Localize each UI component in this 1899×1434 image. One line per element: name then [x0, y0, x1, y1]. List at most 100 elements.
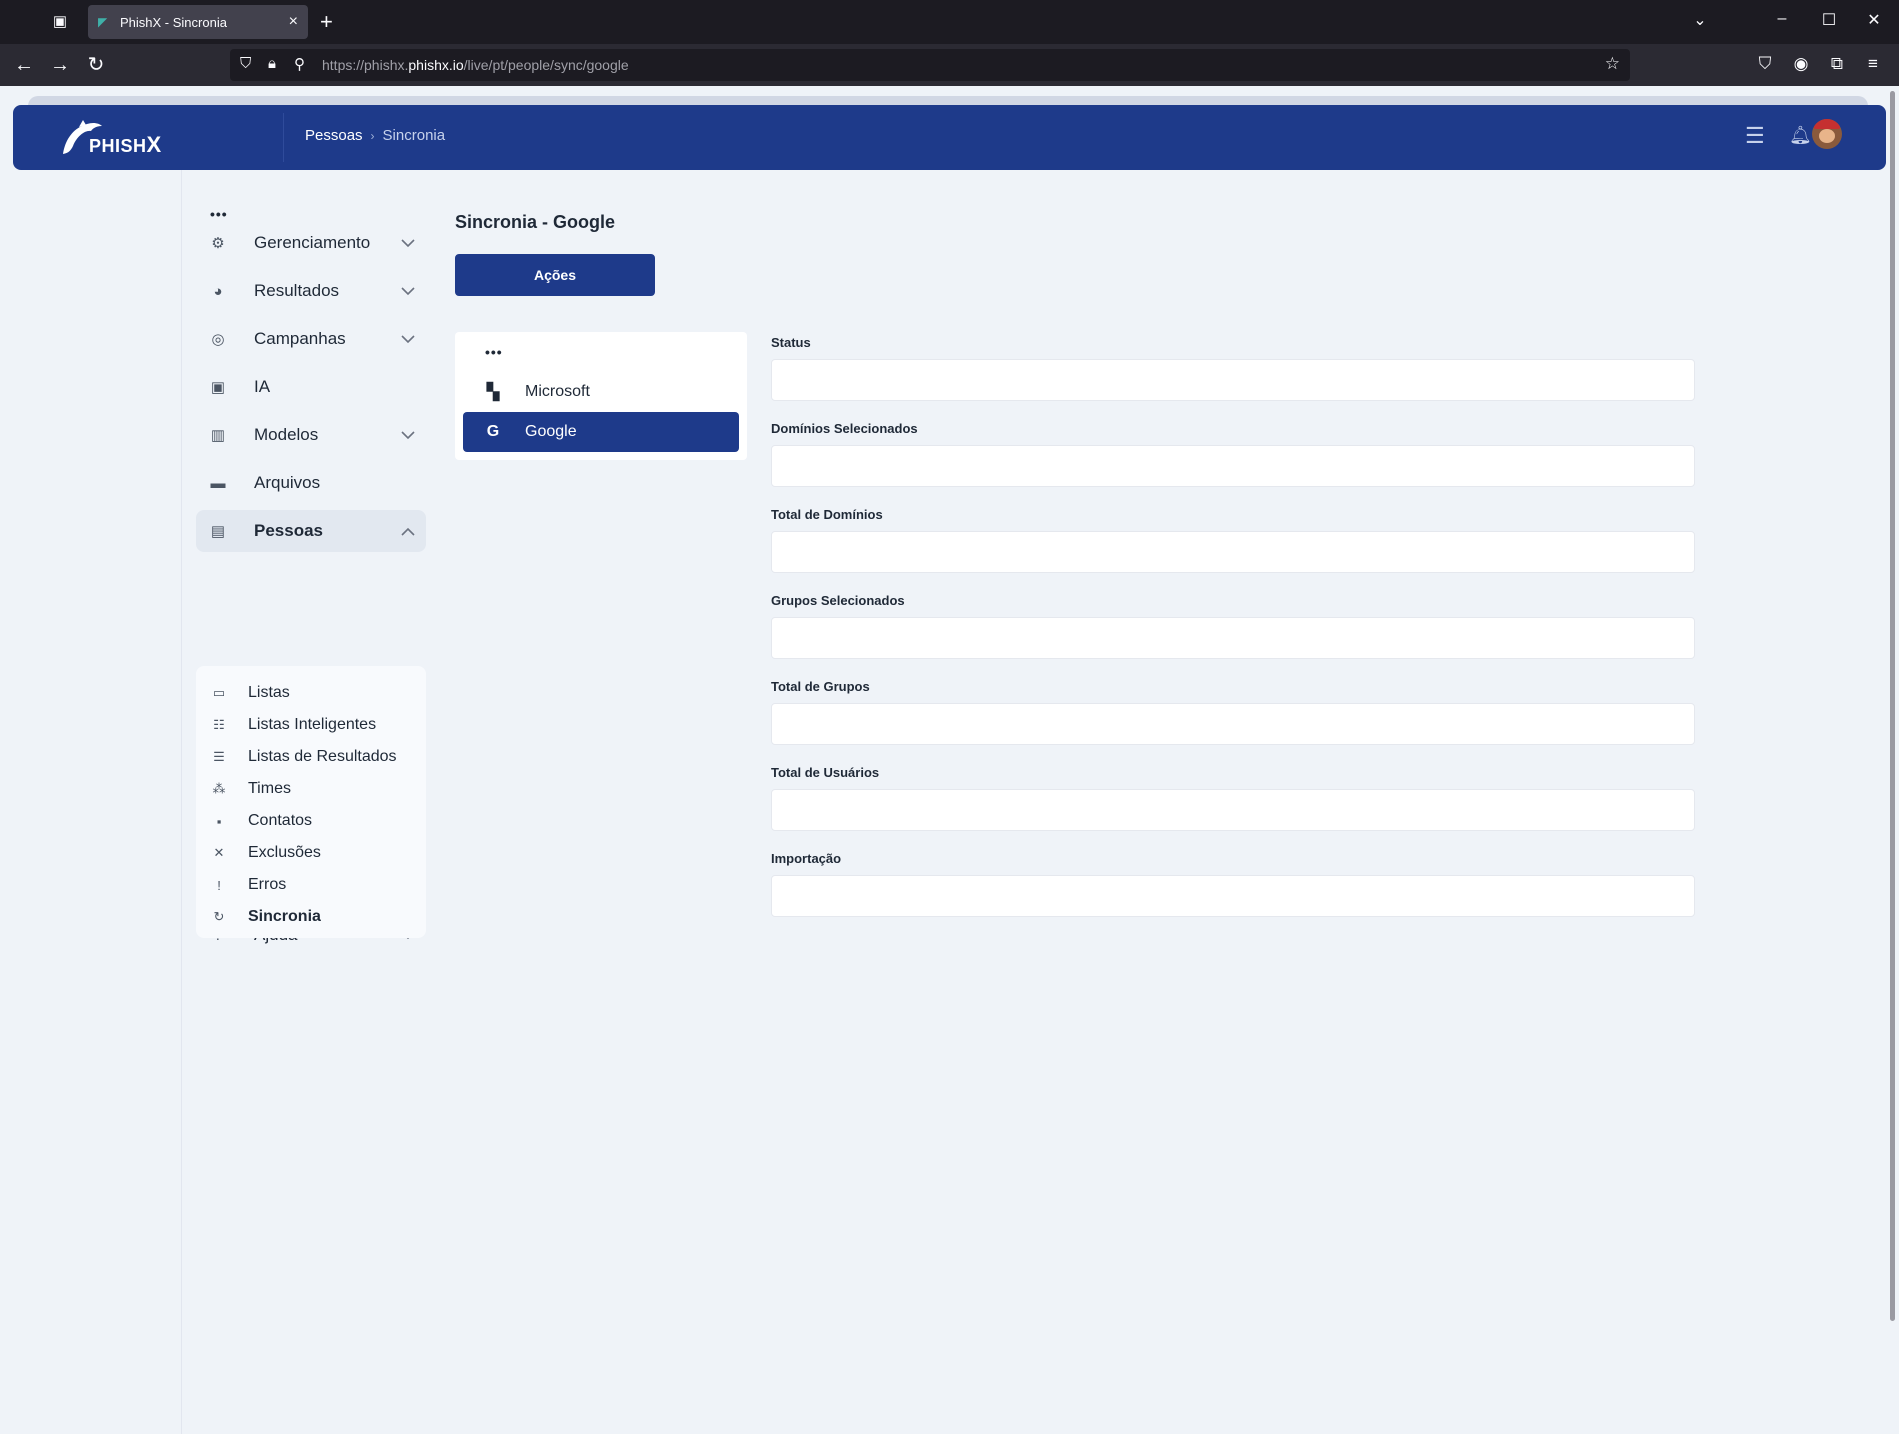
field-label: Total de Domínios: [771, 507, 883, 522]
sidebar-item-pessoas[interactable]: ▤ Pessoas: [196, 510, 426, 552]
lock-icon[interactable]: 🔒︎: [268, 55, 276, 72]
x-icon: ✕: [213, 845, 225, 860]
pessoas-submenu: ▭ Listas ☷ Listas Inteligentes ☰ Listas de Re…: [196, 666, 426, 938]
new-tab-icon[interactable]: +: [320, 10, 333, 34]
sidebar-item-gerenciamento[interactable]: ⚙ Gerenciamento: [196, 222, 426, 264]
breadcrumb-pessoas[interactable]: Pessoas: [305, 127, 363, 144]
address-book-icon: ▤: [210, 523, 226, 540]
list-tree-icon: ☷: [213, 717, 225, 732]
pie-chart-icon: ◕: [213, 282, 223, 300]
minimize-icon[interactable]: –: [1770, 10, 1794, 28]
chevron-down-icon: [396, 428, 420, 443]
subitem-sincronia[interactable]: ↻ Sincronia: [210, 904, 321, 930]
page-title: Sincronia - Google: [455, 212, 616, 232]
chevron-down-icon: [396, 236, 420, 251]
chevron-up-icon: [396, 524, 420, 539]
permissions-icon[interactable]: ⚲: [294, 55, 305, 73]
google-icon: G: [486, 423, 500, 440]
tab-list-icon[interactable]: ▣: [50, 12, 70, 32]
ai-chip-icon: ▣: [210, 379, 226, 396]
close-window-icon[interactable]: ✕: [1862, 10, 1886, 30]
reload-icon[interactable]: ↻: [84, 53, 108, 77]
pocket-icon[interactable]: ⛉: [1754, 54, 1776, 74]
exclamation-icon: !: [217, 877, 221, 893]
field-label: Importação: [771, 851, 842, 866]
subitem-listas-de-resultados[interactable]: ☰ Listas de Resultados: [210, 744, 397, 770]
subitem-erros[interactable]: ! Erros: [210, 872, 286, 898]
breadcrumb: Pessoas › Sincronia: [305, 127, 445, 144]
app-menu-icon[interactable]: ≡: [1862, 54, 1884, 74]
subitem-contatos[interactable]: ▪ Contatos: [210, 808, 312, 834]
field-value-grupos-selecionados: [771, 617, 1695, 659]
gears-icon: ⚙: [211, 235, 225, 252]
chevron-down-icon: [396, 284, 420, 299]
page-scrollbar[interactable]: [1887, 86, 1899, 1434]
subitem-label: Sincronia: [248, 908, 321, 925]
id-card-icon: ▭: [212, 685, 226, 700]
avatar-face: [1819, 129, 1835, 143]
avatar-hat: [1814, 119, 1840, 129]
provider-microsoft[interactable]: ▚ Microsoft: [463, 372, 739, 412]
extensions-icon[interactable]: ⧉: [1826, 54, 1848, 74]
breadcrumb-separator-icon: ›: [370, 129, 375, 143]
account-icon[interactable]: ◉: [1790, 54, 1812, 74]
chevron-down-icon: [396, 332, 420, 347]
url-bar[interactable]: ⛉ 🔒︎ ⚲ https://phishx.phishx.io/live/pt/…: [230, 49, 1630, 81]
breadcrumb-current: Sincronia: [382, 127, 446, 144]
field-value-importacao: [771, 875, 1695, 917]
tab-close-icon[interactable]: ×: [289, 13, 298, 31]
shield-icon[interactable]: ⛉: [240, 55, 251, 72]
hamburger-menu-icon[interactable]: ☰: [1745, 123, 1765, 149]
sidebar: ••• ⚙ Gerenciamento ◕ Resultados ◎ Campanhas ▣…: [181, 170, 433, 1434]
provider-google[interactable]: G Google: [463, 412, 739, 452]
subitem-exclusoes[interactable]: ✕ Exclusões: [210, 840, 321, 866]
bell-icon[interactable]: 🔔︎: [1789, 125, 1812, 146]
subitem-listas[interactable]: ▭ Listas: [210, 680, 290, 706]
brand-name: PHISHX: [89, 132, 162, 157]
app-header: PHISHX Pessoas › Sincronia ☰ 🔔︎: [13, 105, 1886, 170]
bookmark-star-icon[interactable]: ☆: [1605, 54, 1620, 74]
browser-navbar: ← → ↻ ⛉ 🔒︎ ⚲ https://phishx.phishx.io/li…: [0, 44, 1899, 86]
subitem-label: Exclusões: [248, 844, 321, 861]
provider-dots-icon[interactable]: •••: [485, 344, 503, 360]
field-label: Total de Grupos: [771, 679, 870, 694]
sidebar-item-ia[interactable]: ▣ IA: [196, 366, 426, 408]
subitem-label: Listas de Resultados: [248, 748, 397, 765]
subitem-listas-inteligentes[interactable]: ☷ Listas Inteligentes: [210, 712, 376, 738]
field-label: Status: [771, 335, 811, 350]
sidebar-item-label: Gerenciamento: [254, 233, 371, 252]
field-value-status: [771, 359, 1695, 401]
field-value-total-de-dominios: [771, 531, 1695, 573]
maximize-icon[interactable]: ☐: [1817, 10, 1841, 30]
sidebar-item-resultados[interactable]: ◕ Resultados: [196, 270, 426, 312]
target-icon: ◎: [211, 331, 225, 348]
field-label: Total de Usuários: [771, 765, 880, 780]
phishx-logo[interactable]: PHISHX: [59, 116, 199, 158]
sidebar-item-modelos[interactable]: ▥ Modelos: [196, 414, 426, 456]
url-text[interactable]: https://phishx.phishx.io/live/pt/people/…: [322, 57, 629, 73]
sidebar-item-label: Campanhas: [254, 329, 346, 348]
sidebar-item-arquivos[interactable]: ▬ Arquivos: [196, 462, 426, 504]
sidebar-item-label: Pessoas: [254, 521, 323, 540]
provider-panel: ••• ▚ Microsoft G Google: [455, 332, 747, 460]
subitem-label: Erros: [248, 876, 287, 893]
avatar[interactable]: [1812, 119, 1842, 149]
field-value-total-de-usuarios: [771, 789, 1695, 831]
back-icon[interactable]: ←: [12, 53, 36, 77]
contact-book-icon: ▪: [216, 813, 222, 829]
actions-button[interactable]: Ações: [455, 254, 655, 296]
sidebar-item-label: IA: [254, 377, 271, 396]
browser-tab[interactable]: ◤ PhishX - Sincronia ×: [88, 5, 308, 39]
sidebar-item-campanhas[interactable]: ◎ Campanhas: [196, 318, 426, 360]
sidebar-dots-icon[interactable]: •••: [210, 206, 228, 222]
forward-icon[interactable]: →: [48, 53, 72, 77]
tab-title: PhishX - Sincronia: [120, 14, 227, 30]
subitem-times[interactable]: ⁂ Times: [210, 776, 291, 802]
main-content: Sincronia - Google Ações ••• ▚ Microsoft G…: [433, 170, 1718, 1434]
subitem-label: Listas Inteligentes: [248, 716, 377, 733]
scrollbar-thumb[interactable]: [1890, 91, 1895, 1321]
subitem-label: Contatos: [248, 812, 313, 829]
books-icon: ▥: [210, 427, 226, 444]
tab-overflow-chevron-icon[interactable]: ⌄: [1688, 10, 1712, 30]
sidebar-item-label: Resultados: [254, 281, 340, 300]
